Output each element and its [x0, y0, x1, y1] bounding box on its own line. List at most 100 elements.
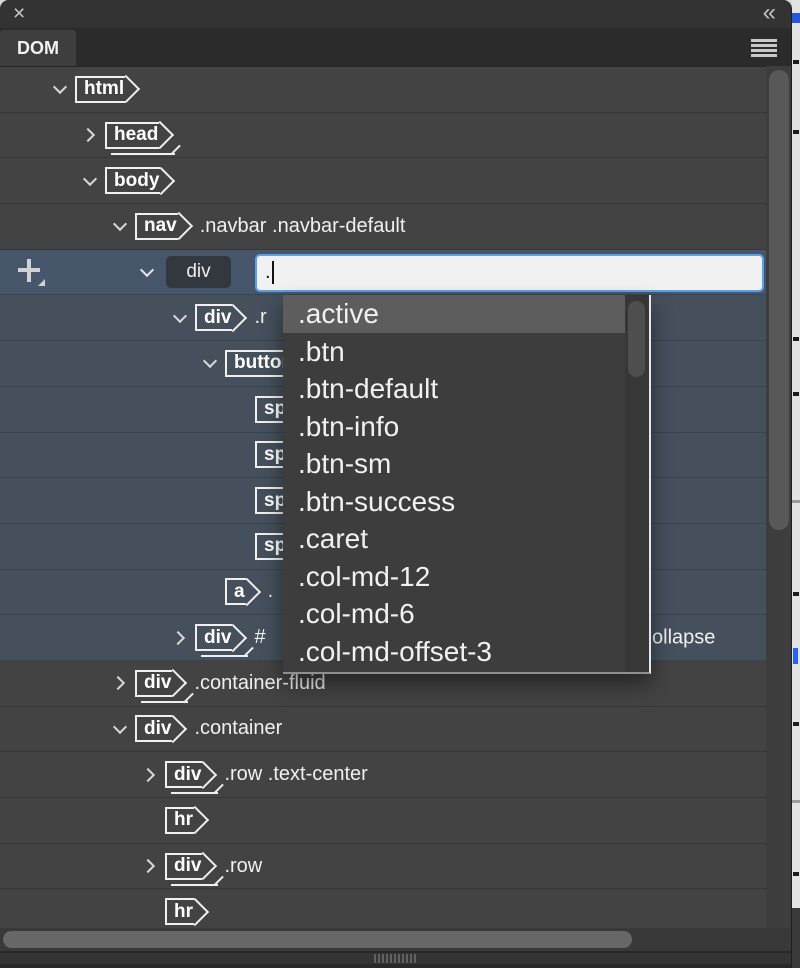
horizontal-scrollbar-thumb[interactable]: [3, 931, 632, 948]
element-tag[interactable]: div: [165, 853, 202, 880]
element-tag[interactable]: div: [165, 761, 202, 788]
tree-row-container[interactable]: div .container: [0, 707, 766, 753]
tag-text: div: [144, 718, 171, 740]
autocomplete-item[interactable]: .btn-info: [283, 408, 649, 446]
element-tag[interactable]: body: [105, 167, 160, 194]
element-tag[interactable]: div: [195, 304, 232, 331]
new-element-row[interactable]: div .: [0, 250, 766, 296]
background-artifact: [793, 337, 799, 341]
tag-text: head: [114, 124, 158, 146]
element-id: #: [254, 626, 265, 649]
collapse-panel-icon[interactable]: «: [763, 0, 777, 27]
panel-menu-icon[interactable]: [751, 39, 777, 57]
tag-text: div: [174, 855, 201, 877]
autocomplete-item[interactable]: .btn-success: [283, 483, 649, 521]
tag-text: hr: [174, 809, 193, 831]
panel-bottom-edge: [0, 964, 792, 968]
chevron-right-icon[interactable]: [113, 676, 127, 690]
vertical-scrollbar-track[interactable]: [766, 66, 792, 928]
chevron-down-icon[interactable]: [113, 722, 127, 736]
tag-text: div: [204, 627, 231, 649]
autocomplete-item[interactable]: .btn-sm: [283, 445, 649, 483]
text-caret: [272, 261, 274, 284]
background-artifact: [793, 592, 799, 596]
tree-row-nav[interactable]: nav .navbar .navbar-default: [0, 204, 766, 250]
tag-name-chip[interactable]: div: [166, 256, 231, 288]
chevron-spacer: [233, 448, 247, 462]
background-artifact: [793, 60, 799, 64]
element-tag[interactable]: div: [195, 624, 232, 651]
autocomplete-item[interactable]: .active: [283, 295, 649, 333]
panel-tabbar: DOM: [0, 28, 791, 66]
tag-text: a: [234, 581, 245, 603]
element-tag[interactable]: div: [135, 670, 172, 697]
element-classes: .row: [224, 855, 262, 878]
tag-text: hr: [174, 901, 193, 923]
tab-dom[interactable]: DOM: [0, 30, 76, 66]
chevron-spacer: [233, 402, 247, 416]
element-tag[interactable]: hr: [165, 807, 194, 834]
panel-titlebar: × «: [0, 0, 791, 28]
chevron-down-icon[interactable]: [113, 219, 127, 233]
element-classes: .navbar .navbar-default: [200, 215, 406, 238]
tree-row-hr[interactable]: hr: [0, 798, 766, 844]
chevron-right-icon[interactable]: [83, 128, 97, 142]
background-artifact: [792, 13, 800, 23]
chevron-spacer: [143, 905, 157, 919]
add-element-icon[interactable]: [16, 258, 44, 286]
element-tag[interactable]: html: [75, 76, 125, 103]
chevron-spacer: [143, 813, 157, 827]
autocomplete-item[interactable]: .col-md-6: [283, 595, 649, 633]
input-value: .: [265, 261, 271, 284]
chevron-down-icon[interactable]: [173, 311, 187, 325]
tree-row-html[interactable]: html: [0, 67, 766, 113]
panel-resize-bar[interactable]: [0, 953, 792, 964]
element-tag[interactable]: head: [105, 122, 159, 149]
vertical-scrollbar-thumb[interactable]: [769, 70, 789, 530]
autocomplete-item[interactable]: .caret: [283, 520, 649, 558]
autocomplete-item[interactable]: .btn-default: [283, 370, 649, 408]
horizontal-scrollbar-track[interactable]: [0, 928, 792, 951]
tag-text: body: [114, 170, 159, 192]
autocomplete-dropdown: .active .btn .btn-default .btn-info .btn…: [283, 295, 651, 674]
autocomplete-item[interactable]: .btn: [283, 333, 649, 371]
dropdown-scrollbar-track[interactable]: [625, 295, 649, 672]
background-artifact: [792, 500, 800, 503]
close-icon[interactable]: ×: [13, 1, 25, 27]
dropdown-scrollbar-thumb[interactable]: [628, 301, 645, 377]
tree-row-hr[interactable]: hr: [0, 889, 766, 928]
element-tag[interactable]: div: [135, 715, 172, 742]
chevron-right-icon[interactable]: [173, 631, 187, 645]
background-artifact: [793, 392, 799, 396]
tag-text: div: [174, 764, 201, 786]
resize-grip-icon[interactable]: [374, 954, 418, 963]
element-tag[interactable]: nav: [135, 213, 178, 240]
background-artifact: [793, 872, 799, 876]
element-classes-suffix: ollapse: [652, 626, 715, 649]
background-artifact: [792, 908, 800, 968]
tree-row-row-text-center[interactable]: div .row .text-center: [0, 752, 766, 798]
chevron-down-icon[interactable]: [83, 174, 97, 188]
element-classes: .container: [194, 717, 282, 740]
tree-row-row[interactable]: div .row: [0, 844, 766, 890]
element-tag[interactable]: a: [225, 578, 246, 605]
background-artifact: [793, 648, 798, 664]
chevron-right-icon[interactable]: [143, 859, 157, 873]
autocomplete-item[interactable]: .col-md-12: [283, 558, 649, 596]
tree-row-body[interactable]: body: [0, 158, 766, 204]
tree-row-head[interactable]: head: [0, 113, 766, 159]
chevron-right-icon[interactable]: [143, 768, 157, 782]
chevron-spacer: [233, 539, 247, 553]
class-id-input[interactable]: .: [255, 254, 764, 292]
chevron-down-icon[interactable]: [53, 82, 67, 96]
element-tag[interactable]: hr: [165, 898, 194, 925]
dom-panel: × « DOM html head body nav .navbar .navb…: [0, 0, 792, 968]
element-classes: .row .text-center: [224, 763, 367, 786]
chevron-down-icon[interactable]: [140, 265, 154, 279]
autocomplete-item[interactable]: .col-md-offset-3: [283, 633, 649, 671]
chevron-down-icon[interactable]: [203, 356, 217, 370]
background-artifact: [793, 722, 799, 726]
tag-text: div: [144, 672, 171, 694]
tag-text: nav: [144, 215, 177, 237]
background-page-sliver: [792, 0, 800, 968]
